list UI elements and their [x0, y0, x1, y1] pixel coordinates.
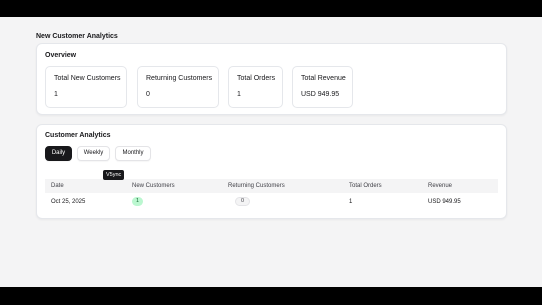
stat-card-total-new-customers: Total New Customers 1: [45, 66, 127, 108]
stat-card-returning-customers: Returning Customers 0: [137, 66, 219, 108]
overview-card: Overview Total New Customers 1 Returning…: [36, 43, 507, 115]
stat-label: Total Revenue: [301, 75, 346, 82]
customer-analytics-card: Customer Analytics Daily Weekly Monthly …: [36, 124, 507, 219]
column-header-total-orders: Total Orders: [349, 183, 382, 189]
column-header-date: Date: [51, 183, 64, 189]
page-title: New Customer Analytics: [36, 33, 118, 40]
tab-daily[interactable]: Daily: [45, 146, 72, 161]
stat-value: 1: [54, 91, 58, 98]
cell-total-orders: 1: [349, 199, 353, 205]
stat-card-total-revenue: Total Revenue USD 949.95: [292, 66, 353, 108]
table-row: Oct 25, 2025 1 0 1 USD 949.95: [45, 194, 498, 210]
tooltip: V5ync: [103, 170, 125, 180]
tab-monthly[interactable]: Monthly: [115, 146, 151, 161]
customer-analytics-title: Customer Analytics: [45, 132, 111, 139]
new-customers-badge: 1: [132, 197, 143, 206]
stat-value: 1: [237, 91, 241, 98]
top-black-bar: [0, 0, 542, 17]
returning-customers-badge: 0: [235, 197, 250, 206]
stat-card-total-orders: Total Orders 1: [228, 66, 283, 108]
cell-date: Oct 25, 2025: [51, 199, 86, 205]
table-header: Date New Customers Returning Customers T…: [45, 179, 498, 193]
column-header-returning-customers: Returning Customers: [228, 183, 285, 189]
column-header-revenue: Revenue: [428, 183, 453, 189]
stat-value: USD 949.95: [301, 91, 340, 98]
stat-value: 0: [146, 91, 150, 98]
column-header-new-customers: New Customers: [132, 183, 175, 189]
stat-label: Returning Customers: [146, 75, 213, 82]
overview-title: Overview: [45, 52, 77, 59]
bottom-black-bar: [0, 287, 542, 305]
cell-revenue: USD 949.95: [428, 199, 461, 205]
stat-label: Total New Customers: [54, 75, 121, 82]
tab-weekly[interactable]: Weekly: [77, 146, 110, 161]
stat-label: Total Orders: [237, 75, 276, 82]
